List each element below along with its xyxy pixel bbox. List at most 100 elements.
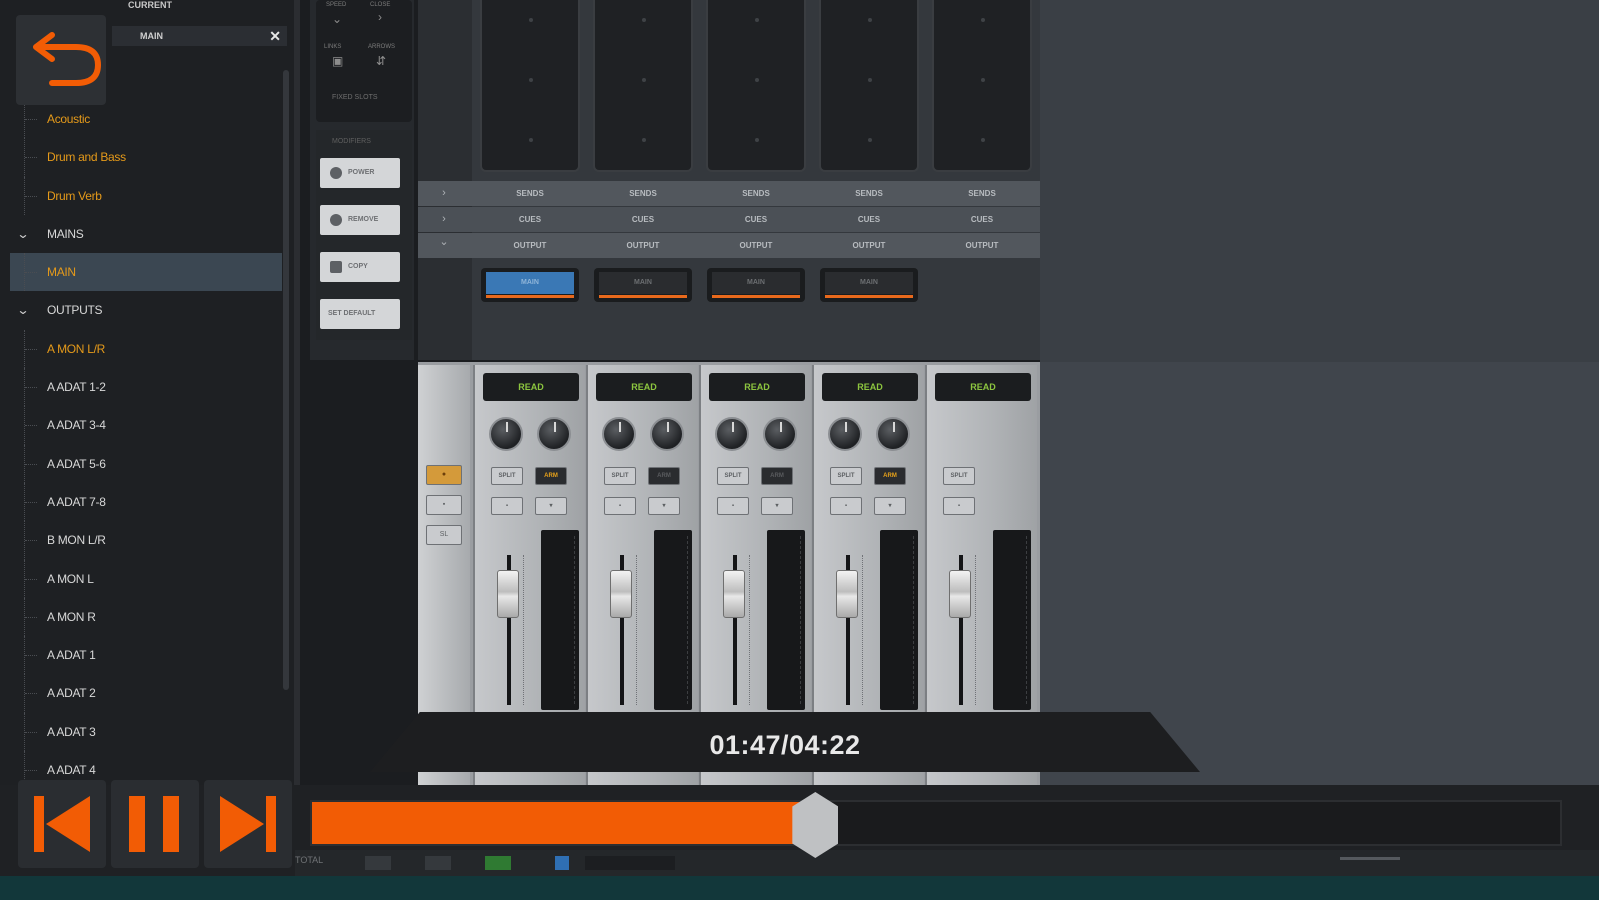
insert-slot-group[interactable] bbox=[932, 0, 1032, 172]
slot-dot bbox=[868, 138, 872, 142]
progress-fill bbox=[312, 802, 805, 844]
mute-button[interactable]: ▪ bbox=[943, 497, 975, 515]
output-select-button[interactable]: MAIN bbox=[820, 268, 918, 302]
solo-safe-button[interactable]: ● bbox=[426, 465, 462, 485]
split-button[interactable]: SPLIT bbox=[717, 467, 749, 485]
output-label: MAIN bbox=[712, 272, 800, 294]
chevron-right-icon[interactable]: › bbox=[438, 181, 450, 206]
chevron-down-icon[interactable]: ⌄ bbox=[17, 215, 30, 253]
browser-item[interactable]: A ADAT 1-2 bbox=[10, 368, 282, 407]
chevron-down-icon[interactable]: ⌄ bbox=[332, 12, 342, 26]
browser-item[interactable]: A ADAT 5-6 bbox=[10, 444, 282, 484]
solo-button[interactable]: ▾ bbox=[535, 497, 567, 515]
route-button[interactable]: ▪ bbox=[426, 495, 462, 515]
close-icon[interactable]: ✕ bbox=[269, 26, 281, 46]
chevron-down-icon[interactable]: ⌄ bbox=[17, 291, 30, 329]
skip-previous-icon bbox=[34, 796, 90, 852]
pan-knob[interactable] bbox=[602, 417, 636, 451]
mixer-row-header bbox=[418, 0, 472, 360]
browser-item[interactable]: A ADAT 7-8 bbox=[10, 482, 282, 522]
split-button[interactable]: SPLIT bbox=[830, 467, 862, 485]
lock-icon[interactable]: ▣ bbox=[332, 54, 343, 68]
arm-button[interactable]: ARM bbox=[648, 467, 680, 485]
volume-fader[interactable] bbox=[836, 570, 858, 618]
automation-mode-button[interactable]: READ bbox=[935, 373, 1031, 401]
previous-button[interactable] bbox=[18, 780, 106, 868]
slot-options bbox=[316, 0, 412, 122]
insert-slot-group[interactable] bbox=[593, 0, 693, 172]
output-select-button[interactable]: MAIN bbox=[481, 268, 579, 302]
pan-knob[interactable] bbox=[537, 417, 571, 451]
next-button[interactable] bbox=[204, 780, 292, 868]
insert-slot-group[interactable] bbox=[480, 0, 580, 172]
output-select-button[interactable]: MAIN bbox=[594, 268, 692, 302]
pause-button[interactable] bbox=[111, 780, 199, 868]
row-label: OUTPUT bbox=[852, 241, 886, 250]
chevron-right-icon[interactable]: › bbox=[438, 207, 450, 232]
power-button[interactable]: POWER bbox=[320, 158, 400, 188]
pan-knob[interactable] bbox=[763, 417, 797, 451]
automation-mode-button[interactable]: READ bbox=[596, 373, 692, 401]
browser-item[interactable]: Drum Verb bbox=[10, 176, 282, 216]
arrows-icon[interactable]: ⇵ bbox=[376, 54, 386, 68]
sl-button[interactable]: SL bbox=[426, 525, 462, 545]
set-default-button[interactable]: SET DEFAULT bbox=[320, 299, 400, 329]
split-button[interactable]: SPLIT bbox=[491, 467, 523, 485]
skip-next-icon bbox=[220, 796, 276, 852]
automation-mode-button[interactable]: READ bbox=[483, 373, 579, 401]
browser-item[interactable]: MAIN bbox=[10, 253, 282, 292]
browser-item-label: Drum and Bass bbox=[47, 150, 126, 165]
split-button[interactable]: SPLIT bbox=[604, 467, 636, 485]
browser-group[interactable]: ⌄ OUTPUTS bbox=[10, 291, 282, 329]
output-indicator bbox=[825, 295, 913, 298]
pan-knob[interactable] bbox=[876, 417, 910, 451]
pan-knob[interactable] bbox=[489, 417, 523, 451]
browser-current-field[interactable]: MAIN ✕ bbox=[112, 26, 287, 46]
mute-button[interactable]: ▪ bbox=[604, 497, 636, 515]
browser-item[interactable]: A ADAT 1 bbox=[10, 636, 282, 675]
volume-fader[interactable] bbox=[723, 570, 745, 618]
browser-item[interactable]: A MON L/R bbox=[10, 329, 282, 369]
browser-item[interactable]: A ADAT 3 bbox=[10, 712, 282, 752]
copy-button[interactable]: COPY bbox=[320, 252, 400, 282]
arm-button[interactable]: ARM bbox=[874, 467, 906, 485]
insert-slot-group[interactable] bbox=[819, 0, 919, 172]
mute-button[interactable]: ▪ bbox=[830, 497, 862, 515]
browser-item[interactable]: B MON L/R bbox=[10, 521, 282, 560]
browser-scrollbar[interactable] bbox=[283, 70, 289, 690]
browser-group[interactable]: ⌄ MAINS bbox=[10, 215, 282, 253]
solo-button[interactable]: ▾ bbox=[874, 497, 906, 515]
mute-button[interactable]: ▪ bbox=[717, 497, 749, 515]
insert-slot-group[interactable] bbox=[706, 0, 806, 172]
back-button[interactable] bbox=[16, 15, 106, 105]
row-label: CUES bbox=[970, 215, 994, 224]
browser-item[interactable]: A ADAT 3-4 bbox=[10, 406, 282, 445]
automation-mode-button[interactable]: READ bbox=[822, 373, 918, 401]
arm-button[interactable]: ARM bbox=[761, 467, 793, 485]
solo-button[interactable]: ▾ bbox=[761, 497, 793, 515]
mute-button[interactable]: ▪ bbox=[491, 497, 523, 515]
browser-item[interactable]: A MON L bbox=[10, 559, 282, 599]
browser-item[interactable]: Drum and Bass bbox=[10, 138, 282, 177]
volume-fader[interactable] bbox=[949, 570, 971, 618]
solo-button[interactable]: ▾ bbox=[648, 497, 680, 515]
pan-knob[interactable] bbox=[650, 417, 684, 451]
browser-item[interactable]: A MON R bbox=[10, 597, 282, 637]
arm-button[interactable]: ARM bbox=[535, 467, 567, 485]
chevron-right-icon[interactable]: › bbox=[378, 10, 382, 24]
chevron-down-icon[interactable]: ⌄ bbox=[438, 230, 450, 255]
automation-mode-button[interactable]: READ bbox=[709, 373, 805, 401]
volume-fader[interactable] bbox=[610, 570, 632, 618]
remove-button[interactable]: REMOVE bbox=[320, 205, 400, 235]
pan-knob[interactable] bbox=[828, 417, 862, 451]
output-select-button[interactable]: MAIN bbox=[707, 268, 805, 302]
browser-item[interactable]: A ADAT 2 bbox=[10, 674, 282, 714]
split-button[interactable]: SPLIT bbox=[943, 467, 975, 485]
volume-fader[interactable] bbox=[497, 570, 519, 618]
progress-bar[interactable] bbox=[310, 792, 1562, 858]
pan-knob[interactable] bbox=[715, 417, 749, 451]
level-meter bbox=[880, 530, 918, 710]
meter-ticks bbox=[569, 536, 575, 704]
app-window: CURRENT MAIN ✕ Acoustic Drum and Bass Drum… bbox=[0, 0, 1599, 900]
browser-item[interactable]: Acoustic bbox=[10, 100, 282, 139]
